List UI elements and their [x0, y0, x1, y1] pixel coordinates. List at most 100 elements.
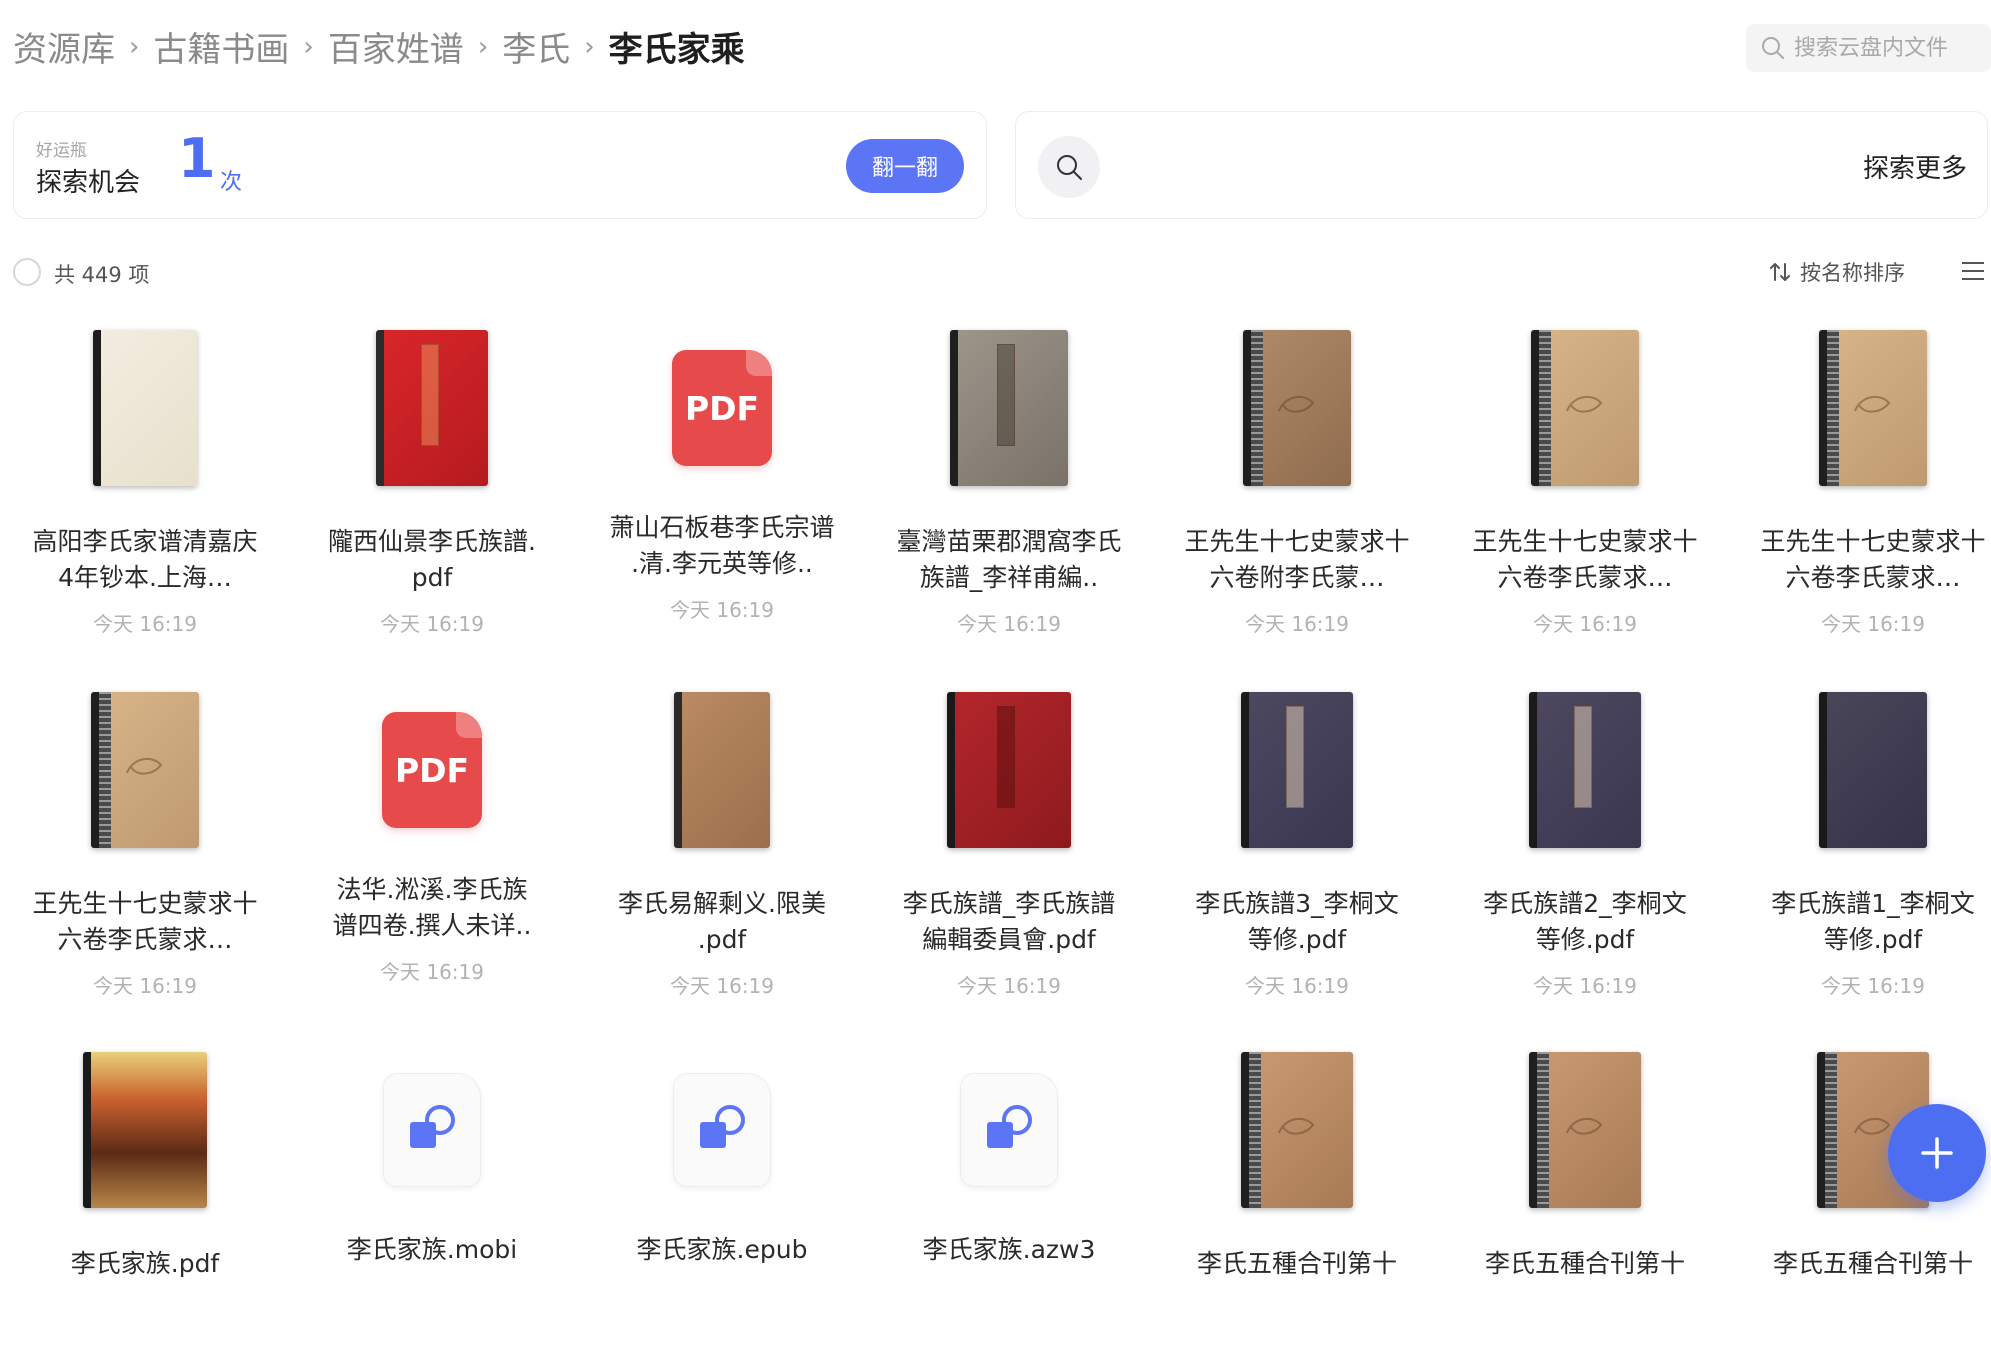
book-cover-thumbnail [1243, 330, 1351, 486]
book-spine [83, 1052, 91, 1208]
file-item[interactable]: 王先生十七史蒙求十 六卷李氏蒙求… 今天 16:19 [1728, 318, 1991, 648]
file-name[interactable]: 王先生十七史蒙求十 六卷李氏蒙求… [1440, 524, 1730, 596]
file-thumbnail[interactable] [1152, 1040, 1442, 1220]
search-box[interactable] [1746, 24, 1991, 72]
file-name[interactable]: 法华.淞溪.李氏族 谱四卷.撰人未详.. [287, 872, 577, 944]
file-thumbnail[interactable] [1440, 1040, 1730, 1220]
file-item[interactable]: 李氏族譜3_李桐文 等修.pdf 今天 16:19 [1152, 680, 1442, 1010]
file-thumbnail[interactable] [287, 318, 577, 498]
file-modified-time: 今天 16:19 [380, 612, 484, 636]
file-thumbnail[interactable] [577, 680, 867, 860]
file-thumbnail[interactable]: PDF [577, 318, 867, 498]
file-thumbnail[interactable] [1152, 318, 1442, 498]
file-modified-time: 今天 16:19 [93, 612, 197, 636]
file-item[interactable]: 李氏族譜_李氏族譜 編輯委員會.pdf 今天 16:19 [864, 680, 1154, 1010]
book-spine [674, 692, 682, 848]
breadcrumb-item-ancient-books[interactable]: 古籍书画 [153, 22, 289, 71]
explore-more-link[interactable]: 探索更多 [1863, 148, 1967, 185]
file-name[interactable]: 萧山石板巷李氏宗谱 .清.李元英等修.. [577, 510, 867, 582]
file-name[interactable]: 李氏家族.pdf [0, 1246, 290, 1282]
file-modified-time: 今天 16:19 [670, 974, 774, 998]
file-item[interactable]: 李氏族譜1_李桐文 等修.pdf 今天 16:19 [1728, 680, 1991, 1010]
file-name-line: 李氏族譜_李氏族譜 [902, 889, 1116, 918]
file-item[interactable]: 李氏家族.azw3 [864, 1040, 1154, 1370]
select-all-checkbox[interactable] [13, 258, 41, 286]
file-name-line: 李氏族譜3_李桐文 [1195, 889, 1399, 918]
file-name[interactable]: 李氏族譜2_李桐文 等修.pdf [1440, 886, 1730, 958]
file-thumbnail[interactable] [1440, 680, 1730, 860]
breadcrumb-separator-icon: › [584, 31, 595, 62]
search-input[interactable] [1794, 35, 1984, 61]
file-item[interactable]: 李氏家族.pdf [0, 1040, 290, 1370]
file-item[interactable]: PDF 法华.淞溪.李氏族 谱四卷.撰人未详.. 今天 16:19 [287, 680, 577, 1010]
file-item[interactable]: 王先生十七史蒙求十 六卷李氏蒙求… 今天 16:19 [0, 680, 290, 1010]
file-thumbnail[interactable] [287, 1040, 577, 1220]
file-thumbnail[interactable] [1728, 318, 1991, 498]
file-name[interactable]: 隴西仙景李氏族譜. pdf [287, 524, 577, 596]
file-name[interactable]: 王先生十七史蒙求十 六卷李氏蒙求… [0, 886, 290, 958]
file-modified-time: 今天 16:19 [1821, 612, 1925, 636]
file-item[interactable]: 李氏五種合刊第十 [1728, 1040, 1991, 1370]
file-thumbnail[interactable] [864, 680, 1154, 860]
file-thumbnail[interactable] [864, 1040, 1154, 1220]
file-item[interactable]: 李氏家族.mobi [287, 1040, 577, 1370]
book-ruler [1825, 1052, 1837, 1208]
file-name[interactable]: 李氏五種合刊第十 [1728, 1246, 1991, 1282]
sort-label: 按名称排序 [1800, 261, 1905, 285]
file-item[interactable]: 李氏五種合刊第十 [1440, 1040, 1730, 1370]
file-name[interactable]: 李氏族譜_李氏族譜 編輯委員會.pdf [864, 886, 1154, 958]
sort-by-name-button[interactable]: 按名称排序 [1768, 257, 1905, 287]
file-thumbnail[interactable]: PDF [287, 680, 577, 860]
file-name[interactable]: 李氏五種合刊第十 [1152, 1246, 1442, 1282]
file-item[interactable]: 王先生十七史蒙求十 六卷附李氏蒙… 今天 16:19 [1152, 318, 1442, 648]
file-item[interactable]: 李氏族譜2_李桐文 等修.pdf 今天 16:19 [1440, 680, 1730, 1010]
file-item[interactable]: 李氏易解剩义.限美 .pdf 今天 16:19 [577, 680, 867, 1010]
file-item[interactable]: 王先生十七史蒙求十 六卷李氏蒙求… 今天 16:19 [1440, 318, 1730, 648]
explore-search-button[interactable] [1038, 136, 1100, 198]
file-item[interactable]: 臺灣苗栗郡潤窩李氏 族譜_李祥甫編.. 今天 16:19 [864, 318, 1154, 648]
explore-more-card[interactable]: 探索更多 [1015, 111, 1988, 219]
file-name-line: .清.李元英等修.. [631, 549, 813, 578]
file-name[interactable]: 李氏五種合刊第十 [1440, 1246, 1730, 1282]
breadcrumb-item-li-clan[interactable]: 李氏 [502, 22, 570, 71]
file-thumbnail[interactable] [1440, 318, 1730, 498]
file-name[interactable]: 李氏家族.epub [577, 1232, 867, 1268]
file-item[interactable]: 李氏家族.epub [577, 1040, 867, 1370]
file-thumbnail[interactable] [0, 318, 290, 498]
file-thumbnail[interactable] [0, 680, 290, 860]
file-item[interactable]: 隴西仙景李氏族譜. pdf 今天 16:19 [287, 318, 577, 648]
file-name[interactable]: 李氏家族.mobi [287, 1232, 577, 1268]
breadcrumb-current-folder: 李氏家乘 [608, 30, 745, 70]
file-thumbnail[interactable] [577, 1040, 867, 1220]
file-item[interactable]: 高阳李氏家谱清嘉庆 4年钞本.上海… 今天 16:19 [0, 318, 290, 648]
book-spine [1241, 1052, 1249, 1208]
file-name[interactable]: 高阳李氏家谱清嘉庆 4年钞本.上海… [0, 524, 290, 596]
file-modified-time: 今天 16:19 [380, 960, 484, 984]
file-name[interactable]: 李氏族譜3_李桐文 等修.pdf [1152, 886, 1442, 958]
file-thumbnail[interactable] [0, 1040, 290, 1220]
file-name[interactable]: 李氏族譜1_李桐文 等修.pdf [1728, 886, 1991, 958]
file-name[interactable]: 王先生十七史蒙求十 六卷附李氏蒙… [1152, 524, 1442, 596]
book-title-label [1573, 706, 1592, 808]
file-thumbnail[interactable] [1728, 680, 1991, 860]
file-modified-time: 今天 16:19 [1533, 974, 1637, 998]
file-item[interactable]: 李氏五種合刊第十 [1152, 1040, 1442, 1370]
book-seal-icon [1565, 1118, 1602, 1135]
list-view-button[interactable] [1960, 260, 1986, 286]
book-ruler [1539, 330, 1551, 486]
file-name[interactable]: 李氏易解剩义.限美 .pdf [577, 886, 867, 958]
breadcrumb-item-surname-genealogy[interactable]: 百家姓谱 [328, 22, 464, 71]
file-item[interactable]: PDF 萧山石板巷李氏宗谱 .清.李元英等修.. 今天 16:19 [577, 318, 867, 648]
breadcrumb-item-resource-library[interactable]: 资源库 [13, 22, 115, 71]
file-name[interactable]: 臺灣苗栗郡潤窩李氏 族譜_李祥甫編.. [864, 524, 1154, 596]
file-name[interactable]: 李氏家族.azw3 [864, 1232, 1154, 1268]
file-name[interactable]: 王先生十七史蒙求十 六卷李氏蒙求… [1728, 524, 1991, 596]
file-thumbnail[interactable] [864, 318, 1154, 498]
book-spine [1529, 692, 1537, 848]
flip-button[interactable]: 翻一翻 [846, 139, 964, 193]
add-button[interactable] [1888, 1104, 1986, 1202]
list-view-icon [1962, 262, 1984, 280]
file-thumbnail[interactable] [1152, 680, 1442, 860]
book-cover-thumbnail [950, 330, 1068, 486]
book-cover-thumbnail [674, 692, 770, 848]
